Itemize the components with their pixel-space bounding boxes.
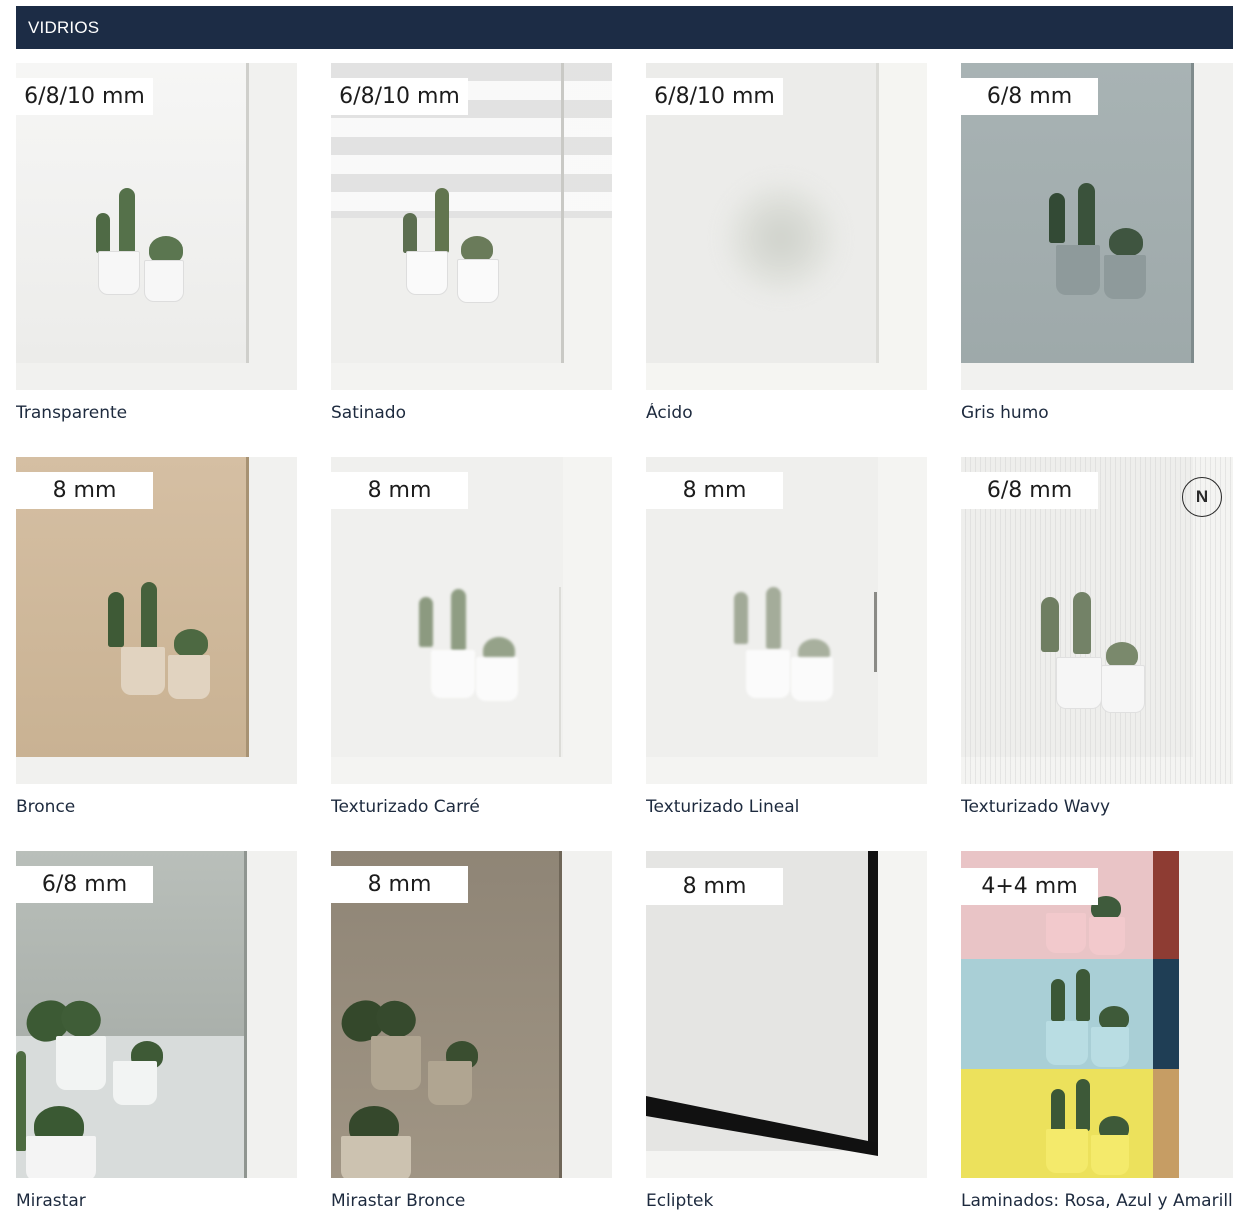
thickness-badge: 8 mm [331, 866, 468, 903]
glass-option-label: Ácido [646, 403, 693, 423]
thickness-badge: 8 mm [646, 472, 783, 509]
glass-sample-image: 6/8/10 mm [331, 63, 612, 390]
glass-option-texturizado-lineal[interactable]: 8 mm Texturizado Lineal [646, 457, 927, 817]
glass-option-label: Bronce [16, 797, 76, 817]
glass-option-gris-humo[interactable]: 6/8 mm Gris humo [961, 63, 1233, 423]
glass-option-ecliptek[interactable]: 8 mm Ecliptek [646, 851, 927, 1211]
thickness-badge: 6/8 mm [961, 78, 1098, 115]
new-badge: N [1182, 477, 1222, 517]
glass-sample-image: 8 mm [646, 851, 927, 1178]
thickness-badge: 4+4 mm [961, 868, 1098, 905]
section-header: VIDRIOS [16, 6, 1233, 49]
thickness-badge: 8 mm [16, 472, 153, 509]
glass-sample-image: 4+4 mm [961, 851, 1233, 1178]
glass-option-acido[interactable]: 6/8/10 mm Ácido [646, 63, 927, 423]
glass-option-label: Gris humo [961, 403, 1049, 423]
glass-option-mirastar-bronce[interactable]: 8 mm Mirastar Bronce [331, 851, 612, 1211]
thickness-badge: 8 mm [331, 472, 468, 509]
glass-option-bronce[interactable]: 8 mm Bronce [16, 457, 297, 817]
glass-option-label: Mirastar Bronce [331, 1191, 466, 1211]
thickness-badge: 6/8/10 mm [331, 78, 468, 115]
glass-option-label: Texturizado Wavy [961, 797, 1111, 817]
glass-option-label: Laminados: Rosa, Azul y Amarillo [961, 1191, 1233, 1211]
glass-option-texturizado-wavy[interactable]: 6/8 mm N Texturizado Wavy [961, 457, 1233, 817]
glass-sample-image: 6/8/10 mm [16, 63, 297, 390]
thickness-badge: 6/8/10 mm [646, 78, 783, 115]
glass-sample-image: 8 mm [331, 851, 612, 1178]
glass-sample-image: 6/8 mm N [961, 457, 1233, 784]
section-title: VIDRIOS [28, 17, 100, 37]
glass-sample-image: 8 mm [331, 457, 612, 784]
glass-sample-image: 8 mm [646, 457, 927, 784]
glass-option-label: Transparente [16, 403, 128, 423]
thickness-badge: 6/8/10 mm [16, 78, 153, 115]
glass-option-mirastar[interactable]: 6/8 mm Mirastar [16, 851, 297, 1211]
glass-option-laminados[interactable]: 4+4 mm Laminados: Rosa, Azul y Amarillo [961, 851, 1233, 1211]
glass-option-label: Texturizado Carré [331, 797, 480, 817]
thickness-badge: 6/8 mm [16, 866, 153, 903]
glass-option-label: Satinado [331, 403, 406, 423]
glass-option-label: Ecliptek [646, 1191, 714, 1211]
glass-sample-image: 8 mm [16, 457, 297, 784]
thickness-badge: 6/8 mm [961, 472, 1098, 509]
glass-option-texturizado-carre[interactable]: 8 mm Texturizado Carré [331, 457, 612, 817]
thickness-badge: 8 mm [646, 868, 783, 905]
glass-sample-image: 6/8 mm [961, 63, 1233, 390]
glass-sample-image: 6/8/10 mm [646, 63, 927, 390]
glass-option-label: Mirastar [16, 1191, 86, 1211]
glass-option-satinado[interactable]: 6/8/10 mm Satinado [331, 63, 612, 423]
glass-option-transparente[interactable]: 6/8/10 mm Transparente [16, 63, 297, 423]
glass-option-label: Texturizado Lineal [646, 797, 800, 817]
glass-sample-image: 6/8 mm [16, 851, 297, 1178]
